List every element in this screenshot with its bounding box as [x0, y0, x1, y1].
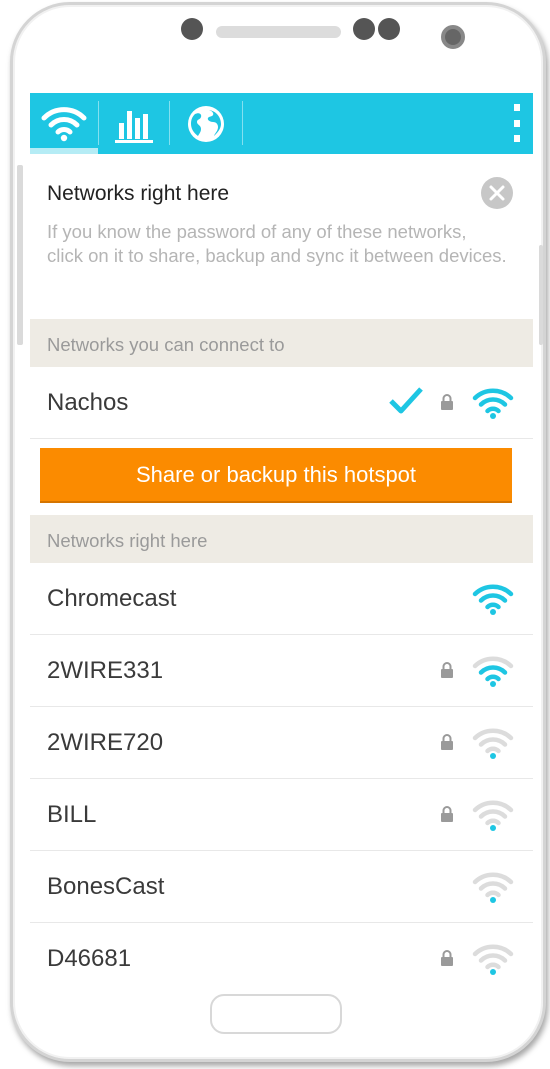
network-row[interactable]: BILL [30, 779, 533, 851]
network-name: BonesCast [47, 873, 165, 900]
wifi-signal-full-icon [472, 584, 514, 615]
tab-divider [242, 101, 243, 145]
network-name: 2WIRE331 [47, 657, 164, 684]
bar-chart-icon [115, 110, 153, 143]
network-name: Nachos [47, 389, 129, 416]
network-name: 2WIRE720 [47, 729, 164, 756]
wifi-signal-weak-icon [472, 800, 514, 831]
earpiece-speaker [216, 26, 341, 38]
app-screen: Networks right here If you know the pass… [30, 93, 533, 983]
sensor-icon [378, 18, 400, 40]
tab-stats[interactable] [99, 93, 169, 154]
wifi-signal-weak-icon [472, 872, 514, 903]
wifi-signal-strong-icon [472, 388, 514, 419]
volume-button [17, 165, 23, 345]
home-button[interactable] [210, 994, 342, 1034]
globe-icon [188, 105, 224, 142]
sensor-icon [181, 18, 203, 40]
wifi-icon [41, 106, 87, 141]
tab-wifi[interactable] [30, 93, 98, 154]
section-header-connectable: Networks you can connect to [30, 319, 533, 367]
lock-icon [441, 950, 453, 966]
wifi-signal-weak-icon [472, 944, 514, 975]
section-header-label: Networks you can connect to [47, 334, 285, 355]
wifi-signal-medium-icon [472, 656, 514, 687]
network-name: Chromecast [47, 585, 177, 612]
top-tab-bar [30, 93, 533, 154]
front-camera-icon [441, 25, 465, 49]
network-name: BILL [47, 801, 97, 828]
network-name: D46681 [47, 945, 132, 972]
lock-icon [441, 806, 453, 822]
network-row[interactable]: D46681 [30, 923, 533, 983]
network-row-connected[interactable]: Nachos [30, 367, 533, 439]
network-row[interactable]: 2WIRE331 [30, 635, 533, 707]
lock-icon [441, 662, 453, 678]
check-icon [389, 387, 423, 414]
sensor-icon [353, 18, 375, 40]
info-card: Networks right here If you know the pass… [30, 154, 533, 319]
wifi-signal-weak-icon [472, 728, 514, 759]
lock-icon [441, 394, 453, 410]
share-hotspot-button[interactable]: Share or backup this hotspot [40, 448, 512, 503]
close-icon [489, 185, 505, 201]
info-title: Networks right here [47, 182, 230, 205]
network-row[interactable]: BonesCast [30, 851, 533, 923]
power-button [539, 245, 543, 345]
lock-icon [441, 734, 453, 750]
network-row[interactable]: Chromecast [30, 563, 533, 635]
tab-map[interactable] [170, 93, 242, 154]
overflow-menu-icon[interactable] [513, 104, 521, 142]
close-info-button[interactable] [481, 177, 513, 209]
section-header-nearby: Networks right here [30, 515, 533, 563]
info-description: If you know the password of any of these… [47, 221, 507, 266]
network-row[interactable]: 2WIRE720 [30, 707, 533, 779]
section-header-label: Networks right here [47, 530, 208, 551]
